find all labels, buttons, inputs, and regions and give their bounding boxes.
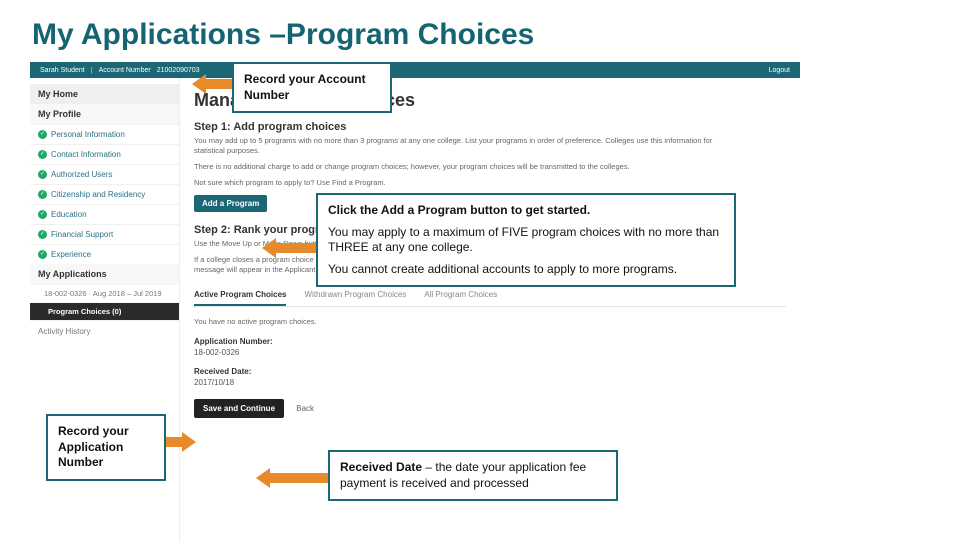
sidebar-item-label: Experience <box>51 250 91 259</box>
sidebar-item-label: Citizenship and Residency <box>51 190 145 199</box>
check-icon: ✓ <box>38 150 47 159</box>
sidebar-my-applications[interactable]: My Applications <box>30 264 179 284</box>
step1-para2: There is no additional charge to add or … <box>194 162 734 172</box>
step1-heading: Step 1: Add program choices <box>194 121 786 133</box>
callout-application-number: Record your Application Number <box>46 414 166 481</box>
tab-all[interactable]: All Program Choices <box>424 285 497 306</box>
callout-line: Click the Add a Program button to get st… <box>328 203 724 219</box>
account-label: Account Number <box>99 67 151 74</box>
callout-lead: Received Date <box>340 460 422 474</box>
sidebar-application-cycle[interactable]: 18-002-0326 · Aug 2018 – Jul 2019 <box>30 284 179 302</box>
program-tabs: Active Program Choices Withdrawn Program… <box>194 285 786 307</box>
step1-para3: Not sure which program to apply to? Use … <box>194 178 734 188</box>
slide-title: My Applications –Program Choices <box>32 18 928 52</box>
callout-account-number: Record your Account Number <box>232 62 392 113</box>
tab-withdrawn[interactable]: Withdrawn Program Choices <box>304 285 406 306</box>
callout-line: You cannot create additional accounts to… <box>328 262 724 278</box>
check-icon: ✓ <box>38 190 47 199</box>
account-number: 21002090703 <box>157 67 200 74</box>
sidebar-program-choices[interactable]: Program Choices (0) <box>30 302 179 320</box>
check-icon: ✓ <box>38 130 47 139</box>
sidebar-item-label: Contact Information <box>51 150 121 159</box>
check-icon: ✓ <box>38 210 47 219</box>
sidebar-item-label: Financial Support <box>51 230 113 239</box>
callout-text: Record your Application Number <box>58 424 129 469</box>
callout-received-date: Received Date – the date your applicatio… <box>328 450 618 501</box>
sidebar-item-experience[interactable]: ✓ Experience <box>30 244 179 264</box>
sidebar-home[interactable]: My Home <box>30 84 179 104</box>
logout-link[interactable]: Logout <box>769 67 790 74</box>
received-date-value: 2017/10/18 <box>194 378 786 387</box>
tab-active[interactable]: Active Program Choices <box>194 285 286 306</box>
check-icon: ✓ <box>38 250 47 259</box>
received-date-label: Received Date: <box>194 367 786 376</box>
sidebar-item-label: Personal Information <box>51 130 125 139</box>
callout-line: You may apply to a maximum of FIVE progr… <box>328 225 724 256</box>
sidebar-item-contact[interactable]: ✓ Contact Information <box>30 144 179 164</box>
step1-para1: You may add up to 5 programs with no mor… <box>194 136 734 156</box>
save-continue-button[interactable]: Save and Continue <box>194 399 284 418</box>
app-number-value: 18-002-0326 <box>194 348 786 357</box>
no-active-msg: You have no active program choices. <box>194 317 734 327</box>
back-link[interactable]: Back <box>296 404 314 413</box>
sidebar-activity-history[interactable]: Activity History <box>30 320 179 342</box>
callout-add-program: Click the Add a Program button to get st… <box>316 193 736 287</box>
check-icon: ✓ <box>38 170 47 179</box>
sidebar-profile[interactable]: My Profile <box>30 104 179 124</box>
user-name: Sarah Student <box>40 67 85 74</box>
sidebar-item-personal[interactable]: ✓ Personal Information <box>30 124 179 144</box>
sidebar-item-label: Education <box>51 210 87 219</box>
app-number-label: Application Number: <box>194 337 786 346</box>
sidebar-item-financial[interactable]: ✓ Financial Support <box>30 224 179 244</box>
callout-text: Record your Account Number <box>244 72 366 102</box>
add-program-button[interactable]: Add a Program <box>194 195 267 212</box>
sidebar-item-label: Authorized Users <box>51 170 112 179</box>
sidebar-item-auth-users[interactable]: ✓ Authorized Users <box>30 164 179 184</box>
topbar: Sarah Student | Account Number 210020907… <box>30 62 800 78</box>
sidebar-item-education[interactable]: ✓ Education <box>30 204 179 224</box>
sidebar-item-citizenship[interactable]: ✓ Citizenship and Residency <box>30 184 179 204</box>
check-icon: ✓ <box>38 230 47 239</box>
